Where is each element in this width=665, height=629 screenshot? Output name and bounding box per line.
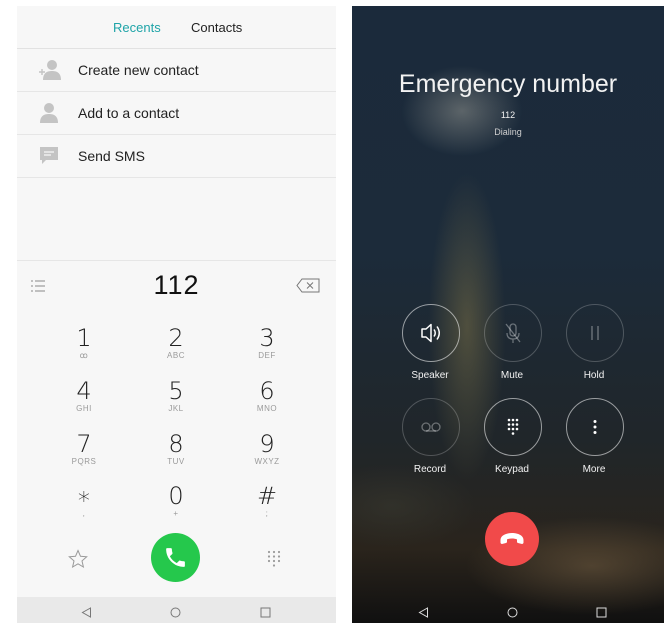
add-to-contact-row[interactable]: Add to a contact [17,92,336,135]
voicemail-icon [421,422,441,432]
star-icon[interactable] [68,549,88,569]
dialer-actions [17,530,336,592]
key-5[interactable]: 5 JKL [136,378,216,428]
dialed-number-bar: 112 [17,260,336,310]
dialer-screen: Recents Contacts Create new contact Add … [17,6,336,623]
key-6[interactable]: 6 MNO [227,378,307,428]
tab-contacts[interactable]: Contacts [191,20,242,35]
voicemail-icon: ꝏ [79,351,89,360]
more-button[interactable] [566,398,624,456]
key-7[interactable]: 7 PQRS [44,431,124,481]
hang-up-icon [500,533,524,544]
call-button[interactable] [151,533,200,582]
key-9[interactable]: 9 WXYZ [227,431,307,481]
keypad-button[interactable] [484,398,542,456]
call-screen: Emergency number 112 Dialing Speaker Mut… [352,6,664,623]
dialed-number: 112 [153,270,200,300]
key-3[interactable]: 3 DEF [227,325,307,375]
keypad-label: Keypad [495,464,529,475]
back-icon[interactable] [81,605,92,623]
key-8[interactable]: 8 TUV [136,431,216,481]
more-icon [593,420,597,434]
back-icon[interactable] [418,605,429,623]
call-number: 112 [500,110,516,120]
call-title: Emergency number [398,70,618,98]
speaker-button[interactable] [402,304,460,362]
key-hash[interactable]: #; [227,483,307,533]
navigation-bar [17,597,336,623]
phone-icon [166,548,185,567]
hold-button[interactable] [566,304,624,362]
call-status: Dialing [494,127,522,137]
end-call-button[interactable] [485,512,539,566]
home-icon[interactable] [170,605,181,623]
more-label: More [582,464,606,475]
navigation-bar [352,597,664,623]
keypad-icon [507,418,519,435]
key-2[interactable]: 2 ABC [136,325,216,375]
mute-label: Mute [500,370,524,381]
sms-icon [37,144,63,168]
hold-label: Hold [583,370,605,381]
recents-icon[interactable] [260,605,271,623]
home-icon[interactable] [507,605,518,623]
add-to-contact-label: Add to a contact [78,105,180,121]
add-contact-icon [37,58,63,82]
backspace-icon[interactable] [296,278,320,293]
recents-icon[interactable] [596,605,607,623]
mute-icon [505,323,521,343]
send-sms-label: Send SMS [78,148,145,164]
key-1[interactable]: 1ꝏ [44,325,124,375]
dialpad: 1ꝏ 2 ABC 3 DEF 4 GHI 5 JKL 6 MNO 7 PQRS 8 TUV 9… [17,309,336,529]
create-new-contact-row[interactable]: Create new contact [17,49,336,92]
dialpad-toggle-icon[interactable] [267,550,281,568]
tab-recents[interactable]: Recents [113,20,161,35]
speaker-icon [421,323,440,343]
dialer-tabs: Recents Contacts [17,6,336,49]
record-button[interactable] [402,398,460,456]
key-0[interactable]: 0 + [136,483,216,533]
contact-icon [37,101,63,125]
pause-icon [591,326,599,340]
speaker-label: Speaker [411,370,449,381]
mute-button[interactable] [484,304,542,362]
send-sms-row[interactable]: Send SMS [17,135,336,178]
key-star[interactable]: ∗, [44,483,124,533]
create-new-contact-label: Create new contact [78,62,199,78]
key-4[interactable]: 4 GHI [44,378,124,428]
record-label: Record [413,464,447,475]
